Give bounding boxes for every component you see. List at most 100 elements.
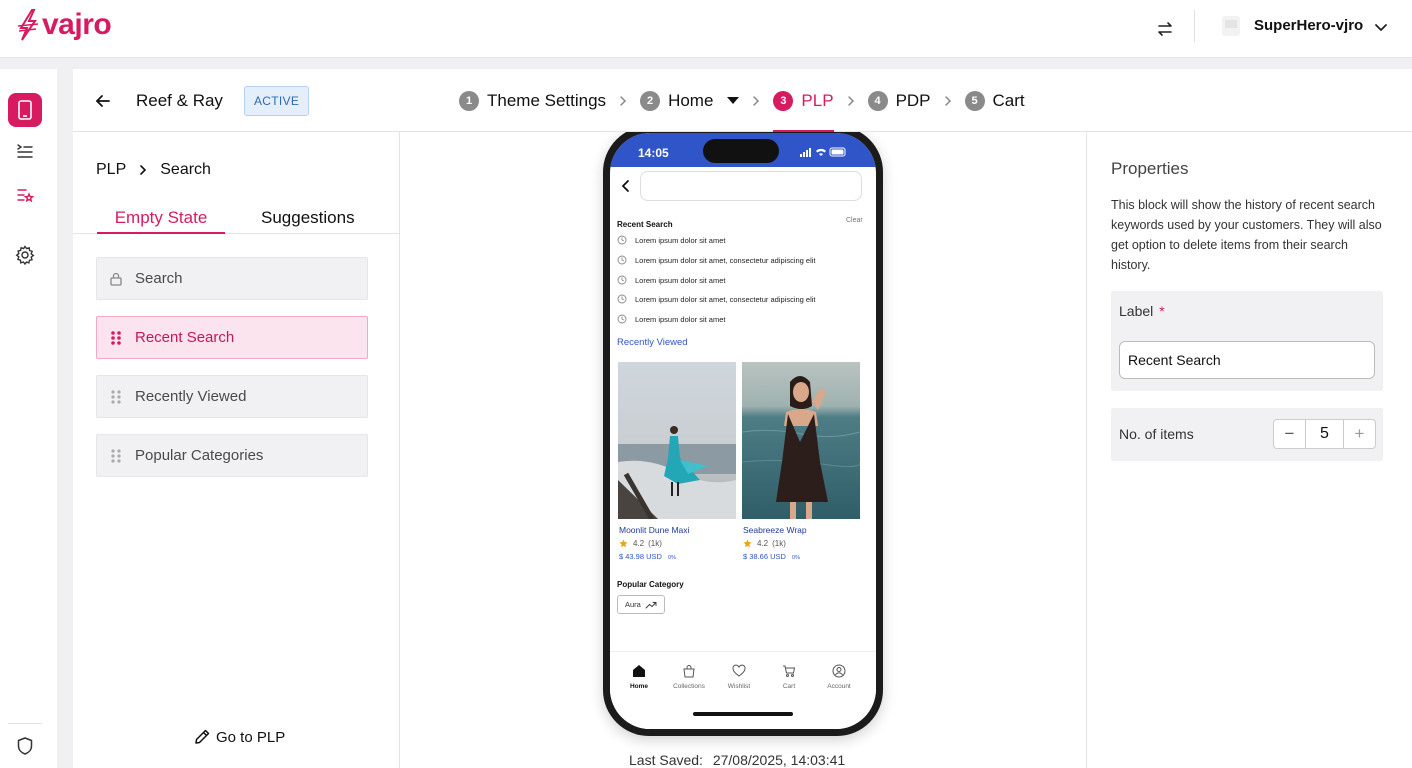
label-input[interactable] (1119, 341, 1375, 379)
tab-suggestions[interactable]: Suggestions (261, 208, 355, 228)
editor-panel: Reef & Ray ACTIVE 1 Theme Settings 2 Hom… (73, 69, 1412, 768)
recent-search-item[interactable]: Lorem ipsum dolor sit amet (617, 234, 872, 246)
step-pdp[interactable]: 4 PDP (867, 69, 931, 132)
heart-icon (732, 664, 746, 677)
rating-value: 4.2 (757, 539, 769, 548)
gear-icon (15, 245, 35, 265)
recent-search-text: Lorem ipsum dolor sit amet (635, 314, 726, 324)
step-label: Cart (992, 90, 1025, 110)
tab-label: Wishlist (727, 683, 751, 690)
increment-button[interactable]: + (1344, 420, 1375, 448)
recent-search-item[interactable]: Lorem ipsum dolor sit amet, consectetur … (617, 293, 872, 305)
app-tab-bar: Home Collections Wishlist Cart Account (610, 651, 876, 729)
rail-settings[interactable] (8, 238, 42, 272)
step-label: Home (668, 90, 714, 110)
trending-up-icon (645, 601, 657, 608)
state-tabs: Empty State Suggestions (73, 198, 400, 234)
recent-search-text: Lorem ipsum dolor sit amet, consectetur … (635, 255, 816, 265)
app-tab-collections[interactable]: Collections (664, 664, 714, 690)
top-header: vajro SuperHero-vjro (0, 0, 1412, 58)
decrement-button[interactable]: − (1274, 420, 1305, 448)
rating-value: 4.2 (633, 539, 645, 548)
clear-link[interactable]: Clear (846, 217, 863, 224)
chevron-down-icon[interactable] (1372, 18, 1390, 36)
clock-icon (617, 275, 627, 285)
product-card[interactable]: Seabreeze Wrap 4.2 (1k) $ 38.66 USD 0% (742, 362, 860, 561)
label-field-title: Label * (1119, 303, 1165, 319)
product-name: Seabreeze Wrap (743, 525, 807, 535)
step-home[interactable]: 2 Home (640, 69, 740, 132)
chevron-left-icon[interactable] (618, 178, 634, 194)
properties-column: Properties This block will show the hist… (1086, 132, 1412, 768)
step-theme-settings[interactable]: 1 Theme Settings (459, 69, 606, 132)
caret-down-icon[interactable] (727, 97, 740, 104)
vajro-logo[interactable]: vajro (16, 8, 112, 42)
block-recent-search[interactable]: Recent Search (96, 316, 368, 359)
discount-value: 0% (668, 555, 676, 561)
clock-icon (617, 255, 627, 265)
rail-security[interactable] (8, 729, 42, 763)
status-badge: ACTIVE (244, 86, 310, 116)
app-search-bar[interactable] (640, 171, 862, 201)
rail-blocks[interactable] (8, 178, 42, 212)
product-card[interactable]: Moonlit Dune Maxi 4.2 (1k) $ 43.98 USD 0… (618, 362, 736, 561)
chevron-right-icon (944, 95, 951, 106)
phone-screen: 14:05 Recent Search Clear Lorem ipsum do… (610, 133, 876, 729)
rail-app-builder[interactable] (8, 93, 42, 127)
recent-search-text: Lorem ipsum dolor sit amet (635, 235, 726, 245)
header-divider (1194, 10, 1195, 42)
step-cart[interactable]: 5 Cart (964, 69, 1025, 132)
recent-search-text: Lorem ipsum dolor sit amet (635, 275, 726, 285)
switch-store-button[interactable] (1150, 14, 1180, 44)
recent-search-item[interactable]: Lorem ipsum dolor sit amet (617, 274, 872, 286)
back-arrow-icon[interactable] (93, 91, 113, 111)
block-search[interactable]: Search (96, 257, 368, 300)
step-number: 4 (867, 90, 888, 111)
drag-handle-icon[interactable] (109, 389, 123, 405)
block-recently-viewed[interactable]: Recently Viewed (96, 375, 368, 418)
recently-viewed-title: Recently Viewed (617, 337, 688, 348)
tab-label: Collections (673, 683, 705, 690)
chevron-right-icon (620, 95, 627, 106)
items-count-value[interactable]: 5 (1305, 420, 1344, 448)
clock-icon (617, 314, 627, 324)
rail-menu[interactable] (8, 134, 42, 168)
recent-search-title: Recent Search (617, 220, 673, 229)
recent-search-item[interactable]: Lorem ipsum dolor sit amet (617, 313, 872, 325)
store-avatar (1222, 16, 1240, 36)
drag-handle-icon[interactable] (109, 448, 123, 464)
tab-empty-state[interactable]: Empty State (97, 208, 225, 234)
breadcrumb-plp[interactable]: PLP (96, 161, 126, 179)
recent-search-item[interactable]: Lorem ipsum dolor sit amet, consectetur … (617, 254, 872, 266)
clock-icon (617, 235, 627, 245)
block-popular-categories[interactable]: Popular Categories (96, 434, 368, 477)
app-tab-account[interactable]: Account (814, 664, 864, 690)
preview-column: 14:05 Recent Search Clear Lorem ipsum do… (400, 132, 1086, 768)
chevron-right-icon (753, 95, 760, 106)
block-label: Recently Viewed (135, 388, 247, 405)
app-tab-wishlist[interactable]: Wishlist (714, 664, 764, 690)
drag-handle-icon[interactable] (109, 330, 123, 346)
star-icon (743, 539, 752, 548)
properties-description: This block will show the history of rece… (1111, 198, 1382, 272)
rating-count: (1k) (772, 539, 786, 548)
pencil-icon (195, 729, 210, 744)
breadcrumb-search: Search (160, 161, 211, 178)
store-switcher-name[interactable]: SuperHero-vjro (1254, 17, 1363, 34)
chevron-right-icon (140, 165, 147, 175)
rail-divider (8, 723, 42, 724)
go-to-plp-link[interactable]: Go to PLP (193, 728, 285, 746)
label-title-text: Label (1119, 303, 1154, 319)
step-plp[interactable]: 3 PLP (773, 69, 834, 132)
tab-label: Cart (782, 683, 796, 690)
app-tab-home[interactable]: Home (614, 664, 664, 690)
logo-text: vajro (42, 8, 112, 41)
category-chip[interactable]: Aura (617, 595, 665, 614)
app-tab-cart[interactable]: Cart (764, 664, 814, 690)
step-label: PLP (801, 90, 834, 110)
step-label: Theme Settings (487, 90, 607, 110)
block-label: Popular Categories (135, 447, 264, 464)
phone-frame: 14:05 Recent Search Clear Lorem ipsum do… (603, 132, 883, 736)
block-label: Recent Search (135, 329, 235, 346)
signal-wifi-battery-icon (800, 147, 846, 157)
